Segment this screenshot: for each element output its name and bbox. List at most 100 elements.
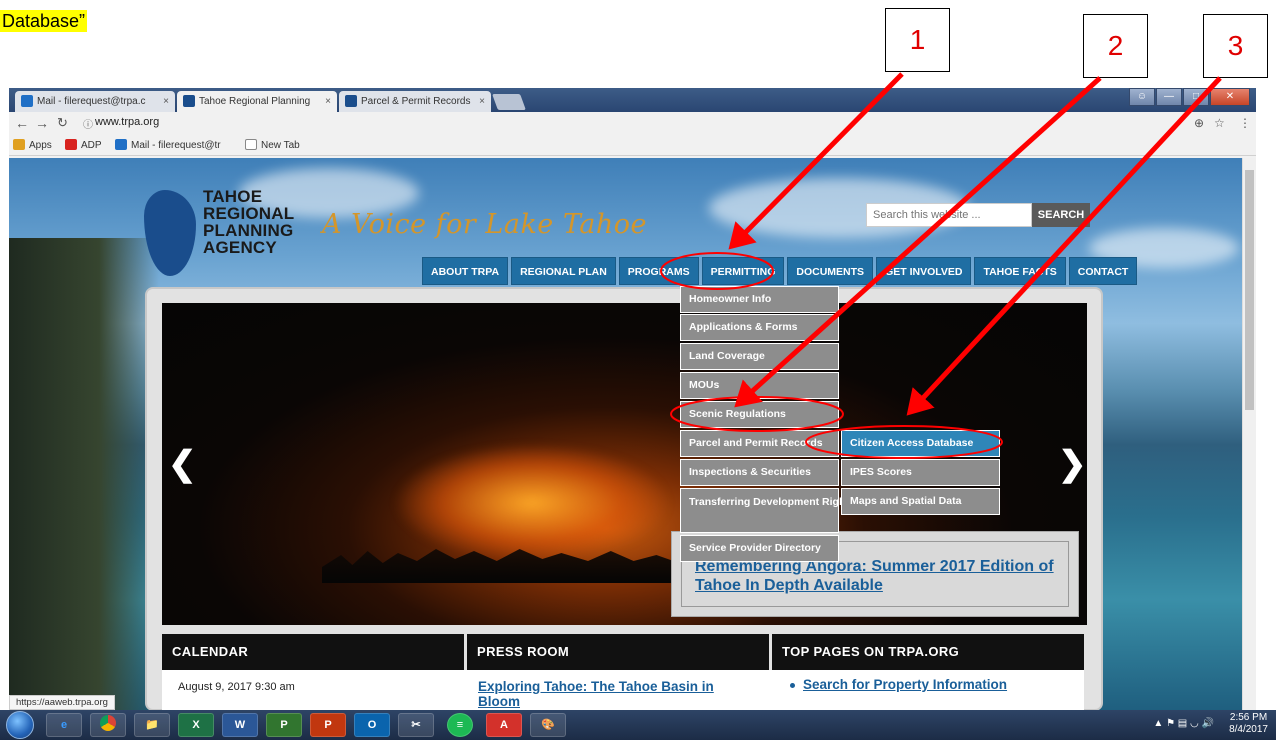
nav-get-involved[interactable]: GET INVOLVED <box>876 257 972 285</box>
project-icon[interactable]: P <box>266 713 302 737</box>
menu-item-scenic-regulations[interactable]: Scenic Regulations <box>680 401 839 428</box>
nav-documents[interactable]: DOCUMENTS <box>787 257 874 285</box>
tab-close-icon[interactable]: × <box>163 91 169 112</box>
bookmark-apps-label: Apps <box>29 140 52 151</box>
word-icon[interactable]: W <box>222 713 258 737</box>
slide-next-icon[interactable]: ❯ <box>1058 444 1087 484</box>
site-tagline: A Voice for Lake Tahoe <box>322 209 647 240</box>
bookmark-mail[interactable]: Mail - filerequest@tr <box>115 139 221 151</box>
bullet-icon <box>790 683 795 688</box>
callout-box-3: 3 <box>1203 14 1268 78</box>
slide-caption-link[interactable]: Remembering Angora: Summer 2017 Edition … <box>695 557 1065 595</box>
url-input[interactable]: www.trpa.org <box>95 116 159 128</box>
nav-tahoe-facts[interactable]: TAHOE FACTS <box>974 257 1066 285</box>
menu-item-homeowner-info[interactable]: Homeowner Info <box>680 286 839 313</box>
top-page-link[interactable]: Search for Property Information <box>803 677 1007 692</box>
logo-line: TAHOE <box>203 187 263 206</box>
site-search-input[interactable] <box>866 203 1032 227</box>
taskbar-clock[interactable]: 2:56 PM 8/4/2017 <box>1229 712 1268 736</box>
logo-line: AGENCY <box>203 238 277 257</box>
submenu-item-citizen-access-database[interactable]: Citizen Access Database <box>841 430 1000 457</box>
menu-item-parcel-permit-records[interactable]: Parcel and Permit Records <box>680 430 839 457</box>
menu-item-land-coverage[interactable]: Land Coverage <box>680 343 839 370</box>
snipping-tool-icon[interactable]: ✂ <box>398 713 434 737</box>
screenshot-root: Database” 1 2 3 Mail - filerequest@trpa.… <box>0 0 1276 740</box>
submenu-item-ipes-scores[interactable]: IPES Scores <box>841 459 1000 486</box>
trpa-icon <box>183 95 195 107</box>
tab-strip: Mail - filerequest@trpa.c × Tahoe Region… <box>9 88 1256 112</box>
start-button[interactable] <box>6 711 34 739</box>
outlook-icon <box>21 95 33 107</box>
adp-icon <box>65 139 77 150</box>
menu-item-applications-forms[interactable]: Applications & Forms <box>680 314 839 341</box>
scrollbar-thumb[interactable] <box>1245 170 1254 410</box>
clock-date: 8/4/2017 <box>1229 724 1268 735</box>
person-icon[interactable]: ☺ <box>1129 88 1155 106</box>
back-icon[interactable]: ← <box>15 115 29 131</box>
nav-permitting[interactable]: PERMITTING <box>701 257 785 285</box>
site-logo-text[interactable]: TAHOE REGIONAL PLANNING AGENCY <box>203 188 294 256</box>
maximize-icon[interactable]: □ <box>1183 88 1209 106</box>
zoom-icon[interactable]: ⊕ <box>1194 116 1204 130</box>
fire-glow <box>392 443 672 563</box>
bookmark-apps[interactable]: Apps <box>13 139 52 151</box>
site-info-icon[interactable]: ⓘ <box>83 116 93 131</box>
panel-top-pages-header: TOP PAGES ON TRPA.ORG <box>772 634 1084 670</box>
tab-mail-title: Mail - filerequest@trpa.c <box>37 96 146 107</box>
document-caption: Database” <box>0 10 88 32</box>
browser-status-bar: https://aaweb.trpa.org <box>9 695 115 710</box>
menu-item-mous[interactable]: MOUs <box>680 372 839 399</box>
tab-parcel-records[interactable]: Parcel & Permit Records × <box>339 91 491 112</box>
outlook-icon <box>115 139 127 150</box>
file-explorer-icon[interactable]: 📁 <box>134 713 170 737</box>
tab-mail[interactable]: Mail - filerequest@trpa.c × <box>15 91 175 112</box>
minimize-icon[interactable]: — <box>1156 88 1182 106</box>
close-window-icon[interactable]: ✕ <box>1210 88 1250 106</box>
system-tray[interactable]: ▲ ⚑ ▤ ◡ 🔊 <box>1153 718 1214 729</box>
trpa-icon <box>345 95 357 107</box>
browser-chrome: Mail - filerequest@trpa.c × Tahoe Region… <box>9 88 1256 158</box>
bookmark-new-tab[interactable]: New Tab <box>245 139 300 151</box>
apps-grid-icon <box>13 139 25 150</box>
press-room-link[interactable]: Exploring Tahoe: The Tahoe Basin in Bloo… <box>478 679 748 709</box>
window-controls: ☺ — □ ✕ <box>1128 88 1250 106</box>
nav-programs[interactable]: PROGRAMS <box>618 257 699 285</box>
bookmark-new-tab-label: New Tab <box>261 140 300 151</box>
tab-trpa-home[interactable]: Tahoe Regional Planning × <box>177 91 337 112</box>
menu-dots-icon[interactable]: ⋮ <box>1239 116 1251 130</box>
bookmark-adp-label: ADP <box>81 140 102 151</box>
outlook-icon[interactable]: O <box>354 713 390 737</box>
menu-item-service-provider-directory[interactable]: Service Provider Directory <box>680 535 839 562</box>
internet-explorer-icon[interactable]: e <box>46 713 82 737</box>
powerpoint-icon[interactable]: P <box>310 713 346 737</box>
tab-close-icon[interactable]: × <box>325 91 331 112</box>
bookmark-star-icon[interactable]: ☆ <box>1214 116 1225 130</box>
new-tab-button[interactable] <box>492 94 526 110</box>
main-nav: ABOUT TRPA REGIONAL PLAN PROGRAMS PERMIT… <box>422 257 1140 285</box>
nav-regional-plan[interactable]: REGIONAL PLAN <box>511 257 616 285</box>
callout-box-2: 2 <box>1083 14 1148 78</box>
acrobat-icon[interactable]: A <box>486 713 522 737</box>
tab-close-icon[interactable]: × <box>479 91 485 112</box>
chrome-icon[interactable] <box>90 713 126 737</box>
reload-icon[interactable]: ↻ <box>57 115 68 131</box>
slide-prev-icon[interactable]: ❮ <box>168 444 197 484</box>
calendar-event-date[interactable]: August 9, 2017 9:30 am <box>178 681 295 693</box>
clock-time: 2:56 PM <box>1229 712 1268 723</box>
excel-icon[interactable]: X <box>178 713 214 737</box>
panel-calendar-header: CALENDAR <box>162 634 464 670</box>
page-scrollbar[interactable] <box>1242 158 1256 710</box>
forward-icon[interactable]: → <box>35 115 49 131</box>
nav-contact[interactable]: CONTACT <box>1068 257 1138 285</box>
menu-item-inspections-securities[interactable]: Inspections & Securities <box>680 459 839 486</box>
callout-box-1: 1 <box>885 8 950 72</box>
bookmark-adp[interactable]: ADP <box>65 139 102 151</box>
spotify-icon[interactable]: ≡ <box>447 713 473 737</box>
panel-press-room-header: PRESS ROOM <box>467 634 769 670</box>
submenu-item-maps-spatial-data[interactable]: Maps and Spatial Data <box>841 488 1000 515</box>
nav-about-trpa[interactable]: ABOUT TRPA <box>422 257 509 285</box>
background-trees <box>9 238 159 710</box>
site-search-button[interactable]: SEARCH <box>1032 203 1090 227</box>
menu-item-transferring-development-rights[interactable]: Transferring Development Rights <box>680 488 855 533</box>
paint-icon[interactable]: 🎨 <box>530 713 566 737</box>
